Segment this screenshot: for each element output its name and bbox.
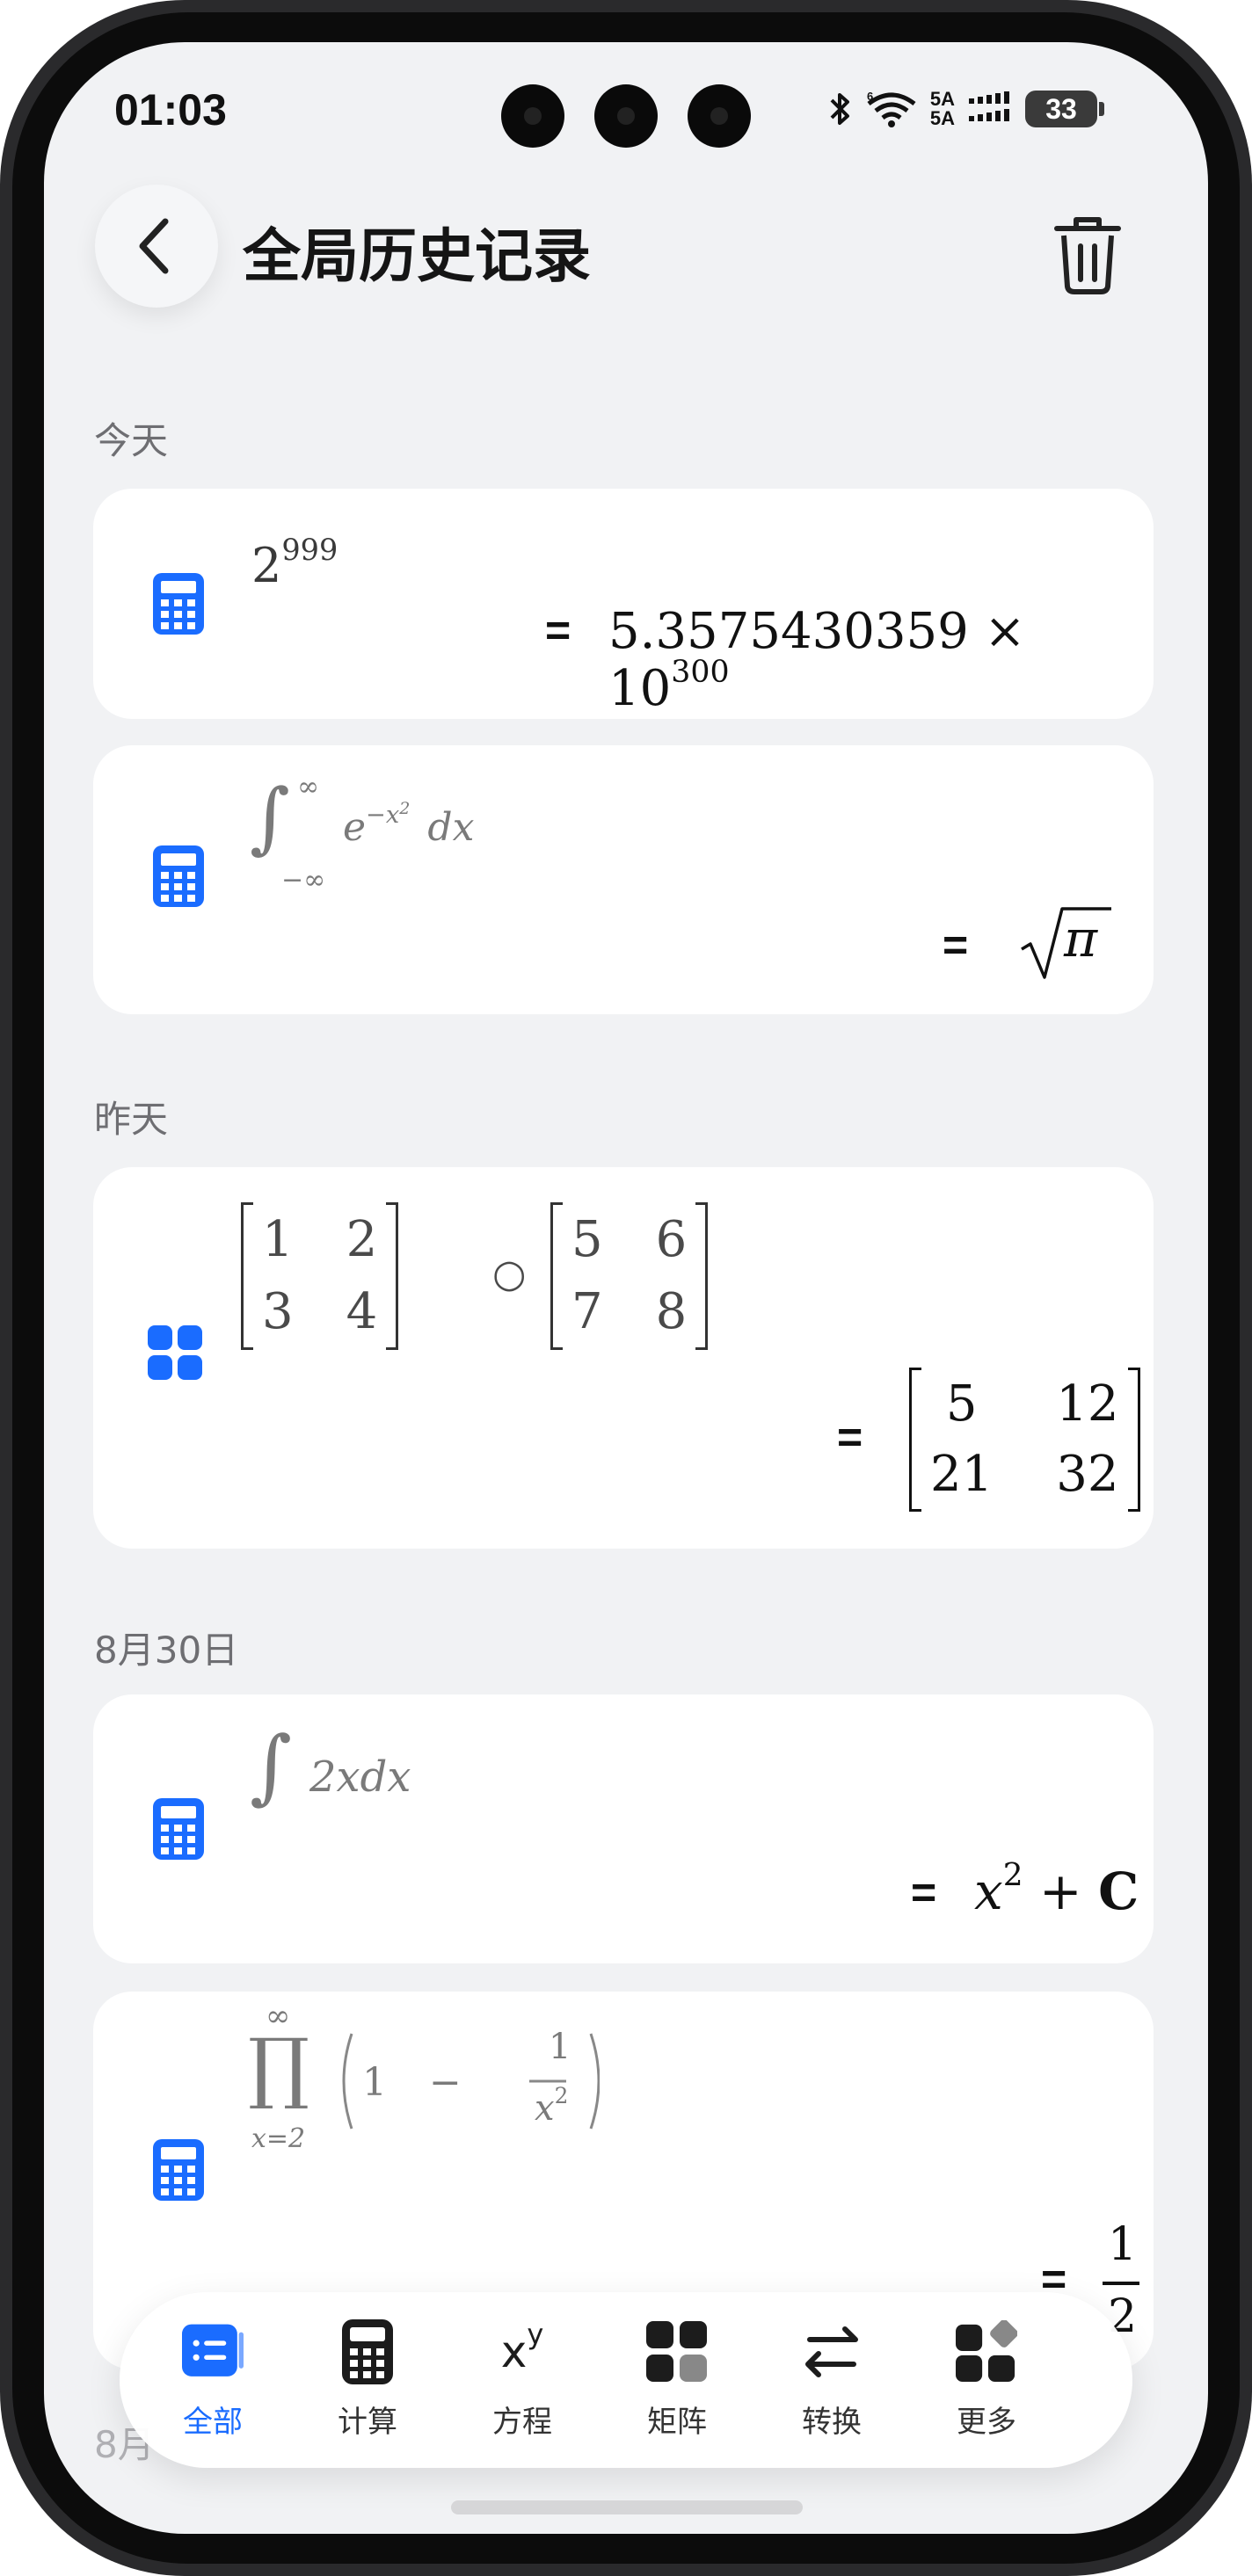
- integral-sign: ∫: [250, 1719, 292, 1813]
- integral-sign: ∫: [250, 772, 290, 862]
- wifi-icon: 6: [867, 90, 916, 127]
- section-label-today: 今天: [94, 419, 169, 462]
- nav-label: 计算: [338, 2405, 397, 2440]
- svg-text:6: 6: [867, 90, 873, 103]
- home-indicator[interactable]: [451, 2500, 803, 2514]
- bluetooth-icon: [830, 93, 849, 125]
- result: π: [1064, 909, 1098, 969]
- history-card[interactable]: ∫ 2xdx = x2 + C: [93, 1694, 1154, 1963]
- matrix-a: 12 34: [241, 1202, 399, 1350]
- phone-frame: 01:03 6 5A 5A 33 全局历史记录 今天 2999 = 5.3575…: [0, 0, 1252, 2576]
- expression: e−x2 dx: [343, 798, 475, 850]
- nav-label: 方程: [492, 2405, 552, 2440]
- integral-lower: −∞: [281, 865, 326, 896]
- calculator-icon: [153, 845, 204, 907]
- history-card[interactable]: 12 34 ○ 56 78 = 5 12 21 32: [93, 1167, 1154, 1549]
- power-button: [1247, 958, 1252, 1081]
- volume-button: [1247, 395, 1252, 659]
- calculator-icon: [153, 573, 204, 635]
- matrix-icon: [646, 2321, 707, 2382]
- status-icons: 6 5A 5A 33: [826, 90, 1104, 128]
- status-time: 01:03: [114, 85, 227, 134]
- list-icon: [182, 2324, 244, 2376]
- product-lower: x=2: [251, 2123, 306, 2154]
- result: x2 + C: [974, 1857, 1139, 1921]
- xy-icon: xy: [500, 2318, 544, 2377]
- calculator-icon: [153, 1798, 204, 1860]
- expression: 2999: [251, 532, 338, 593]
- nav-label: 更多: [957, 2405, 1016, 2440]
- camera-lens-icon: [501, 84, 564, 148]
- fraction-denominator: x2: [535, 2083, 569, 2129]
- equals-sign: =: [911, 1868, 937, 1917]
- status-bar: 01:03 6 5A 5A 33: [44, 42, 1208, 183]
- history-card[interactable]: ∫ ∞ −∞ e−x2 dx = π: [93, 745, 1154, 1014]
- integral-upper: ∞: [297, 772, 319, 802]
- swap-icon: [805, 2326, 858, 2377]
- camera-lens-icon: [688, 84, 751, 148]
- signal-icon: [969, 91, 1009, 121]
- network-label: 5A: [929, 107, 955, 129]
- battery-indicator: 33: [1025, 91, 1097, 127]
- network-label: 5A: [929, 88, 955, 110]
- product-sign: ∏: [248, 2021, 310, 2112]
- nav-label: 转换: [802, 2405, 862, 2440]
- section-label-date: 8月30日: [94, 1629, 239, 1672]
- term-minus: −: [429, 2060, 462, 2105]
- term-one: 1: [362, 2060, 387, 2105]
- nav-label: 全部: [183, 2405, 243, 2440]
- bottom-nav: 全部 计算 xy 方程 矩阵 转换 更多: [120, 2292, 1132, 2468]
- trash-icon: [1054, 217, 1121, 294]
- section-label-yesterday: 昨天: [94, 1098, 169, 1141]
- equals-sign: =: [837, 1412, 863, 1462]
- nav-equation[interactable]: xy 方程: [461, 2317, 584, 2449]
- nav-more[interactable]: 更多: [925, 2317, 1048, 2449]
- result: 5.3575430359 × 10300: [608, 603, 1026, 717]
- grid-icon: [148, 1325, 202, 1380]
- clear-history-button[interactable]: [1048, 209, 1127, 297]
- calculator-icon: [153, 2139, 204, 2201]
- result-numerator: 1: [1108, 2218, 1138, 2271]
- chevron-left-icon: [139, 218, 169, 274]
- nav-label: 矩阵: [647, 2405, 707, 2440]
- nav-all[interactable]: 全部: [151, 2317, 274, 2449]
- fraction-bar: [1103, 2282, 1139, 2285]
- calculator-icon: [342, 2319, 393, 2384]
- page-title: 全局历史记录: [243, 222, 591, 290]
- more-icon: [956, 2320, 1017, 2383]
- result-matrix: 5 12 21 32: [909, 1368, 1140, 1512]
- equals-sign: =: [545, 606, 571, 655]
- hadamard-operator: ○: [492, 1252, 527, 1296]
- screen: 01:03 6 5A 5A 33 全局历史记录 今天 2999 = 5.3575…: [44, 42, 1208, 2534]
- back-button[interactable]: [95, 185, 218, 308]
- nav-matrix[interactable]: 矩阵: [615, 2317, 739, 2449]
- fraction-numerator: 1: [549, 2027, 571, 2067]
- camera-lens-icon: [594, 84, 658, 148]
- history-card[interactable]: 2999 = 5.3575430359 × 10300: [93, 489, 1154, 719]
- equals-sign: =: [943, 920, 969, 969]
- nav-convert[interactable]: 转换: [770, 2317, 893, 2449]
- nav-calculate[interactable]: 计算: [306, 2317, 429, 2449]
- matrix-b: 56 78: [550, 1202, 709, 1350]
- expression: 2xdx: [309, 1752, 411, 1802]
